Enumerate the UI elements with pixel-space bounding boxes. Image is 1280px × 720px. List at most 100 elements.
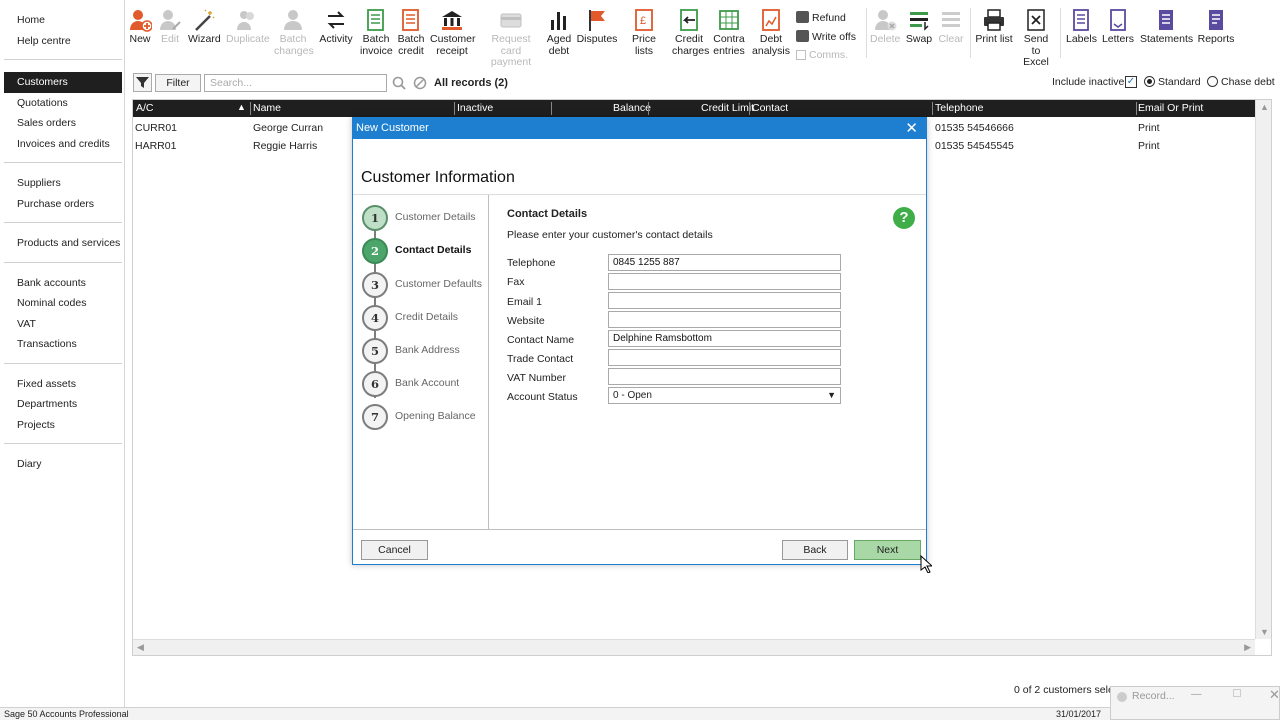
duplicate-user-icon <box>237 11 254 30</box>
contact-name-input[interactable] <box>608 330 841 347</box>
nav-sales-orders[interactable]: Sales orders <box>4 113 122 134</box>
nav-quotations[interactable]: Quotations <box>4 93 122 114</box>
minimize-icon[interactable]: — <box>1191 688 1202 700</box>
labels-button[interactable]: Labels <box>1066 8 1097 46</box>
column-separator <box>648 102 649 115</box>
wizard-wand-icon <box>195 9 215 31</box>
nav-transactions[interactable]: Transactions <box>4 334 122 355</box>
help-icon[interactable]: ? <box>893 207 915 229</box>
step-opening-balance[interactable]: 7 Opening Balance <box>362 404 488 430</box>
column-inactive[interactable]: Inactive <box>457 102 493 114</box>
duplicate-button[interactable]: Duplicate <box>226 8 270 46</box>
statements-icon <box>1159 10 1173 30</box>
standard-radio[interactable]: Standard <box>1144 76 1201 88</box>
scroll-right-arrow-icon[interactable]: ▶ <box>1244 642 1251 653</box>
step-bank-account[interactable]: 6 Bank Account <box>362 371 488 397</box>
clear-button[interactable]: Clear <box>936 8 966 46</box>
close-icon[interactable]: ✕ <box>1269 687 1280 703</box>
nav-nominal-codes[interactable]: Nominal codes <box>4 293 122 314</box>
letters-button[interactable]: Letters <box>1100 8 1136 46</box>
chase-debt-radio[interactable]: Chase debt <box>1207 76 1275 88</box>
column-contact[interactable]: Contact <box>752 102 788 114</box>
send-to-excel-button[interactable]: Send to Excel <box>1018 8 1054 69</box>
scroll-down-arrow-icon[interactable]: ▼ <box>1260 627 1269 637</box>
nav-purchase-orders[interactable]: Purchase orders <box>4 194 122 215</box>
statements-button[interactable]: Statements <box>1140 8 1193 46</box>
horizontal-scrollbar[interactable]: ◀ ▶ <box>133 639 1255 655</box>
nav-home[interactable]: Home <box>4 10 122 31</box>
cell-email-print: Print <box>1138 122 1160 134</box>
request-card-payment-button[interactable]: Request card payment <box>480 8 542 69</box>
column-name[interactable]: Name <box>253 102 281 114</box>
column-credit-limit[interactable]: Credit Limit <box>701 102 754 114</box>
new-button[interactable]: New <box>128 8 152 46</box>
step-bank-address[interactable]: 5 Bank Address <box>362 338 488 364</box>
step-customer-defaults[interactable]: 3 Customer Defaults <box>362 272 488 298</box>
vat-number-input[interactable] <box>608 368 841 385</box>
step-contact-details[interactable]: 2 Contact Details <box>362 238 488 264</box>
swap-button[interactable]: Swap <box>904 8 934 46</box>
price-lists-button[interactable]: £ Price lists <box>622 8 666 57</box>
include-inactive-checkbox[interactable]: ✓ <box>1125 76 1137 88</box>
vertical-scrollbar[interactable]: ▲ ▼ <box>1255 100 1271 639</box>
telephone-input[interactable] <box>608 254 841 271</box>
search-input[interactable] <box>204 74 387 92</box>
credit-charges-button[interactable]: Credit charges <box>672 8 709 57</box>
edit-button[interactable]: Edit <box>158 8 182 46</box>
nav-products-services[interactable]: Products and services <box>4 233 122 254</box>
nav-bank-accounts[interactable]: Bank accounts <box>4 273 122 294</box>
scroll-left-arrow-icon[interactable]: ◀ <box>137 642 144 653</box>
activity-button[interactable]: Activity <box>318 8 354 46</box>
cancel-button[interactable]: Cancel <box>361 540 428 560</box>
batch-changes-button[interactable]: Batch changes <box>274 8 314 57</box>
fax-input[interactable] <box>608 273 841 290</box>
step-credit-details[interactable]: 4 Credit Details <box>362 305 488 331</box>
filter-button[interactable]: Filter <box>155 74 201 92</box>
trade-contact-input[interactable] <box>608 349 841 366</box>
nav-group-customers: Customers Quotations Sales orders Invoic… <box>4 71 122 163</box>
filter-funnel-button[interactable] <box>133 73 152 92</box>
scroll-up-arrow-icon[interactable]: ▲ <box>1260 102 1269 112</box>
nav-vat[interactable]: VAT <box>4 314 122 335</box>
nav-customers[interactable]: Customers <box>4 72 122 93</box>
website-input[interactable] <box>608 311 841 328</box>
maximize-icon[interactable] <box>1233 689 1241 697</box>
reports-button[interactable]: Reports <box>1196 8 1236 46</box>
account-status-select[interactable]: 0 - Open ▼ <box>608 387 841 404</box>
debt-analysis-button[interactable]: Debt analysis <box>752 8 790 57</box>
nav-help-centre[interactable]: Help centre <box>4 31 122 52</box>
batch-invoice-button[interactable]: Batch invoice <box>360 8 393 57</box>
column-ac[interactable]: A/C <box>136 102 154 114</box>
comms-button[interactable]: Comms. <box>796 49 848 61</box>
nav-projects[interactable]: Projects <box>4 415 122 436</box>
wizard-button[interactable]: Wizard <box>188 8 221 46</box>
column-email-print[interactable]: Email Or Print <box>1138 102 1203 114</box>
back-button[interactable]: Back <box>782 540 848 560</box>
delete-button[interactable]: Delete <box>870 8 900 46</box>
next-button[interactable]: Next <box>854 540 921 560</box>
clear-search-icon[interactable] <box>413 76 427 90</box>
nav-diary[interactable]: Diary <box>4 454 122 475</box>
batch-credit-button[interactable]: Batch credit <box>396 8 426 57</box>
disputes-button[interactable]: Disputes <box>576 8 618 46</box>
print-list-button[interactable]: Print list <box>974 8 1014 46</box>
column-balance[interactable]: Balance <box>613 102 651 114</box>
email1-input[interactable] <box>608 292 841 309</box>
nav-suppliers[interactable]: Suppliers <box>4 173 122 194</box>
column-telephone[interactable]: Telephone <box>935 102 983 114</box>
step-customer-details[interactable]: 1 Customer Details <box>362 205 488 231</box>
nav-fixed-assets[interactable]: Fixed assets <box>4 374 122 395</box>
write-offs-button[interactable]: Write offs <box>796 30 856 43</box>
close-icon[interactable]: ✕ <box>905 120 918 137</box>
search-icon[interactable] <box>392 76 406 90</box>
records-count: All records (2) <box>434 77 508 89</box>
refund-button[interactable]: Refund <box>796 11 846 24</box>
customer-receipt-button[interactable]: Customer receipt <box>430 8 476 57</box>
nav-invoices-credits[interactable]: Invoices and credits <box>4 134 122 155</box>
edit-label: Edit <box>160 33 180 45</box>
card-payment-icon <box>500 13 522 28</box>
contra-entries-button[interactable]: Contra entries <box>712 8 746 57</box>
contact-name-label: Contact Name <box>507 334 575 346</box>
nav-departments[interactable]: Departments <box>4 394 122 415</box>
aged-debt-button[interactable]: Aged debt <box>546 8 572 57</box>
